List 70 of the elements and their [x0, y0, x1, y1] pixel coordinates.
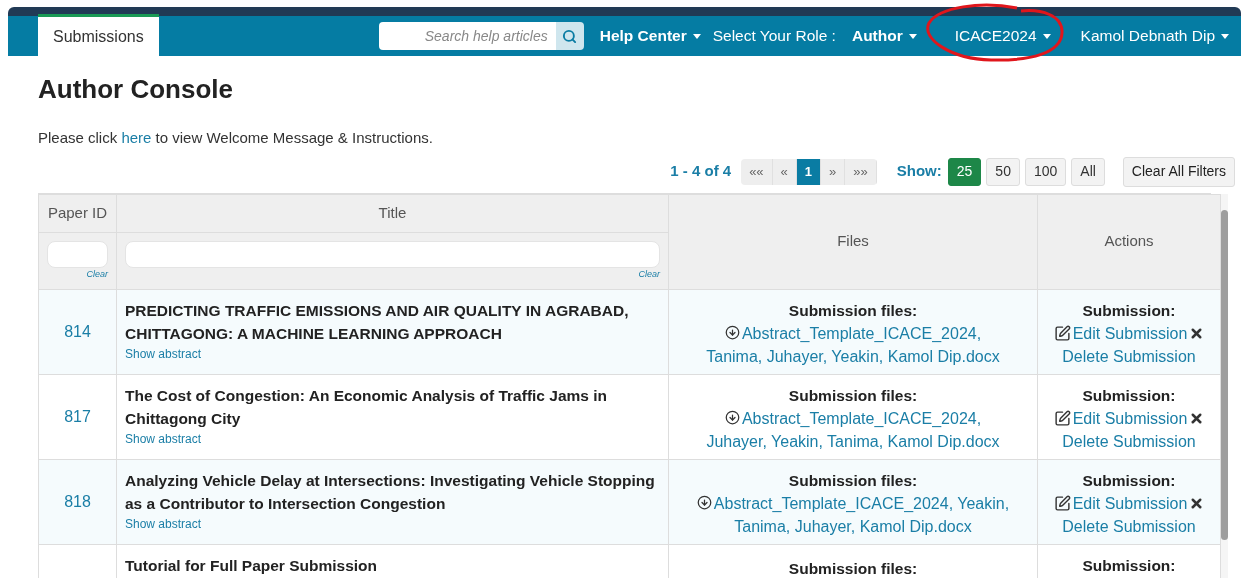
files-label: Submission files:: [787, 470, 919, 491]
page-size-button[interactable]: 50: [986, 157, 1020, 186]
page-button[interactable]: 1: [796, 158, 822, 185]
show-abstract-link[interactable]: Show abstract: [125, 429, 660, 448]
delete-submission-link[interactable]: Delete Submission: [1038, 514, 1220, 538]
page-button[interactable]: ««: [741, 158, 773, 185]
caret-icon: [692, 33, 701, 39]
page-button[interactable]: »: [821, 158, 846, 185]
search-icon: [562, 28, 578, 44]
nav-dropdown[interactable]: Kamol Debnath Dip: [1072, 24, 1237, 48]
here-link[interactable]: here: [121, 129, 152, 146]
file-link[interactable]: Abstract_Template_ICACE_2024, Tanima, Juhayer, Yeakin, Kamol Dip.docx: [695, 321, 1011, 368]
page-size-button[interactable]: 25: [947, 157, 982, 186]
nav-dropdown[interactable]: Author: [843, 24, 925, 48]
paper-title: Analyzing Vehicle Delay at Intersections: Investigating Vehicle Stopping as a Contributor to Intersection Congestion: [125, 470, 656, 514]
clear-link[interactable]: Clear: [86, 267, 108, 281]
download-icon: [696, 495, 712, 511]
role-label: Select Your Role :: [712, 26, 836, 47]
caret-icon: [1221, 33, 1229, 39]
actions-label: Submission:: [1081, 300, 1177, 321]
edit-submission-link[interactable]: Edit Submission: [1072, 321, 1188, 345]
clear-filters-button[interactable]: Clear All Filters: [1122, 156, 1235, 187]
scrollbar[interactable]: [1221, 193, 1228, 578]
paper-id-link[interactable]: 817: [64, 407, 91, 425]
actions-label: Submission:: [1081, 555, 1177, 576]
paper-id-link[interactable]: 818: [64, 492, 91, 510]
file-link[interactable]: Abstract_Template_ICACE_2024, Yeakin, Tanima, Juhayer, Kamol Dip.docx: [695, 491, 1011, 538]
result-range: 1 - 4 of 4: [670, 161, 732, 182]
filter-input[interactable]: [47, 240, 108, 268]
paper-id-link[interactable]: 814: [64, 322, 91, 340]
paper-title: Tutorial for Full Paper Submission: [125, 555, 379, 576]
files-label: Submission files:: [787, 385, 919, 406]
show-abstract-link[interactable]: Show abstract: [125, 344, 660, 363]
show-label: Show:: [896, 161, 942, 182]
page-size-button[interactable]: All: [1071, 157, 1105, 186]
paper-title: PREDICTING TRAFFIC EMISSIONS AND AIR QUALITY IN AGRABAD, CHITTAGONG: A MACHINE LEARNING APPROACH: [125, 300, 630, 344]
search-button[interactable]: [555, 22, 584, 50]
files-label: Submission files:: [787, 300, 919, 321]
clear-link[interactable]: Clear: [638, 267, 660, 281]
edit-submission-link[interactable]: Edit Submission: [1072, 406, 1188, 430]
caret-icon: [1042, 33, 1051, 39]
file-link[interactable]: Abstract_Template_ICACE_2024, Juhayer, Yeakin, Tanima, Kamol Dip.docx: [695, 406, 1011, 453]
nav-dropdown[interactable]: Help Center: [591, 24, 709, 48]
column-header: Actions: [1037, 194, 1221, 289]
edit-icon: [1053, 409, 1071, 427]
paper-title: The Cost of Congestion: An Economic Analysis of Traffic Jams in Chittagong City: [125, 385, 608, 429]
column-header: Files: [668, 194, 1038, 289]
filter-input[interactable]: [125, 240, 660, 268]
nav-tab[interactable]: Submissions: [38, 14, 159, 56]
actions-label: Submission:: [1081, 470, 1177, 491]
download-icon: [724, 410, 740, 426]
show-abstract-link[interactable]: Show abstract: [125, 514, 660, 533]
files-label: Submission files:: [787, 558, 919, 578]
delete-submission-link[interactable]: Delete Submission: [1038, 429, 1220, 453]
delete-submission-link[interactable]: Delete Submission: [1038, 344, 1220, 368]
caret-icon: [908, 33, 917, 39]
edit-submission-link[interactable]: Edit Submission: [1072, 491, 1188, 515]
page-button[interactable]: «: [772, 158, 797, 185]
column-header: Paper ID: [38, 194, 117, 232]
page-size-button[interactable]: 100: [1024, 157, 1067, 186]
search-field[interactable]: Search help articles: [378, 22, 556, 50]
page-title: Author Console: [38, 73, 234, 106]
nav-dropdown[interactable]: ICACE2024: [946, 24, 1059, 48]
intro-text: Please click here to view Welcome Message & Instructions.: [38, 128, 434, 148]
edit-icon: [1053, 324, 1071, 342]
column-header: Title: [116, 194, 669, 232]
page-button[interactable]: »»: [845, 158, 877, 185]
edit-icon: [1053, 494, 1071, 512]
download-icon: [724, 325, 740, 341]
actions-label: Submission:: [1081, 385, 1177, 406]
